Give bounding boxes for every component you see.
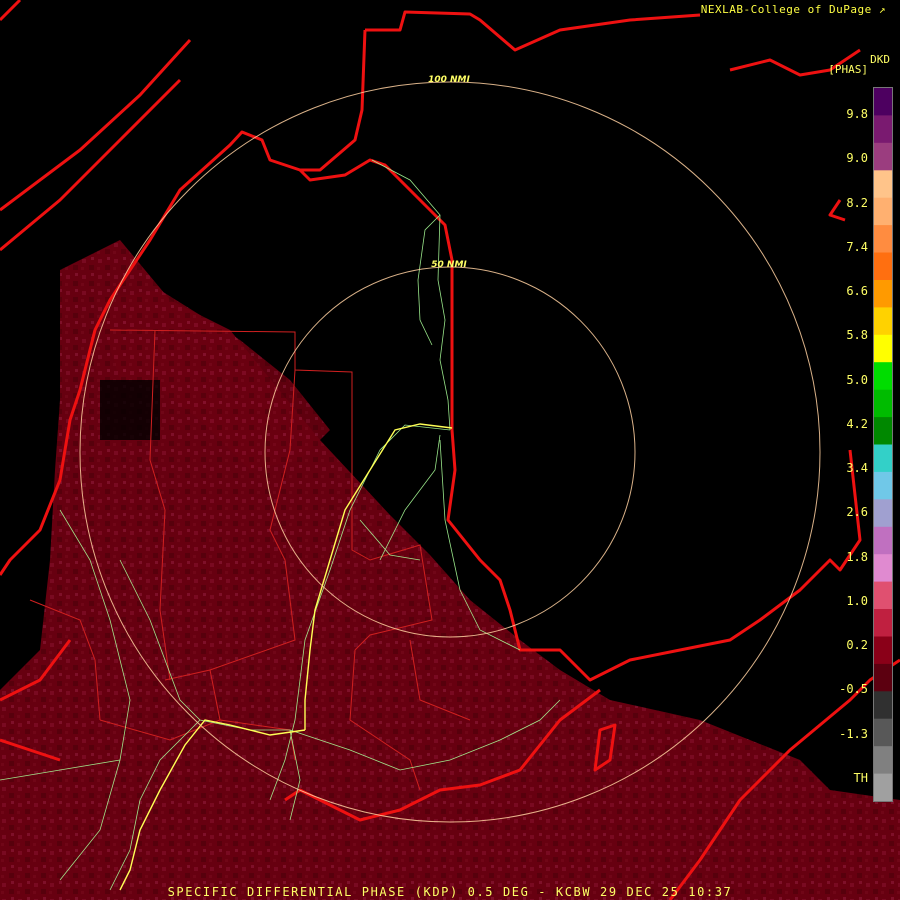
color-scale-swatch [874,554,892,583]
color-scale-swatch [874,773,892,802]
color-scale-bar [873,87,893,802]
color-scale-swatch [874,417,892,446]
credit-label: NEXLAB-College of DuPage ↗ [701,3,886,16]
product-unit: [PHAS] [828,63,868,76]
color-scale-swatch [874,691,892,720]
color-scale-swatch [874,142,892,171]
color-scale-swatch [874,362,892,391]
radar-map: 100 NMI 50 NMI [0,0,900,900]
color-scale-swatch [874,526,892,555]
color-scale-swatch [874,581,892,610]
color-scale-swatch [874,636,892,665]
color-scale-swatch [874,170,892,199]
credit-text: NEXLAB-College of DuPage [700,3,872,16]
color-scale-swatch [874,307,892,336]
external-link-icon: ↗ [871,3,886,16]
color-scale-swatch [874,280,892,308]
color-scale-swatch [874,663,892,692]
range-ring-50nmi-label: 50 NMI [431,260,467,270]
range-ring-100nmi-label: 100 NMI [428,75,470,85]
color-scale-swatch [874,471,892,500]
color-scale-swatch [874,252,892,281]
product-caption: SPECIFIC DIFFERENTIAL PHASE (KDP) 0.5 DE… [167,885,733,899]
color-scale-swatch [874,88,892,116]
color-scale-swatch [874,746,892,775]
color-scale-swatch [874,389,892,418]
color-scale-swatch [874,334,892,363]
product-code: DKD [870,53,890,66]
color-scale-swatch [874,609,892,637]
color-scale-swatch [874,718,892,747]
color-scale-swatch [874,197,892,226]
color-scale-swatch [874,444,892,473]
color-scale-swatch [874,499,892,528]
color-scale-swatch [874,115,892,144]
color-scale-swatch [874,225,892,254]
